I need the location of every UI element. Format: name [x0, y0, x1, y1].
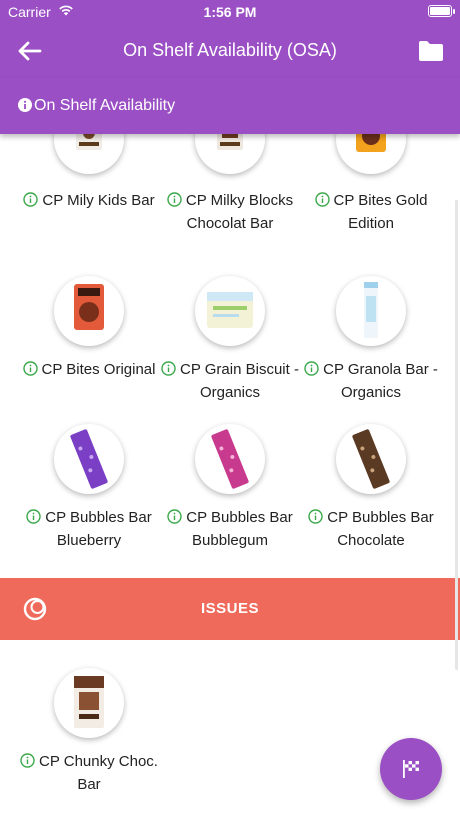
info-icon[interactable]	[22, 361, 38, 376]
info-icon[interactable]	[23, 192, 39, 207]
page-title: On Shelf Availability (OSA)	[123, 40, 337, 60]
issues-label: ISSUES	[200, 600, 260, 617]
product-list[interactable]: CP Mily Kids Bar CP Milky Blocks Chocola…	[0, 134, 460, 818]
battery-icon	[428, 5, 455, 17]
section-title: On Shelf Availability	[34, 97, 176, 114]
product-name: CP Bubbles Bar Bubblegum	[186, 509, 293, 549]
product-name: CP Bubbles Bar Blueberry	[45, 509, 152, 549]
product-image	[195, 276, 265, 346]
info-icon[interactable]	[167, 509, 182, 524]
product-name: CP Bubbles Bar Chocolate	[327, 509, 434, 549]
status-bar: Carrier 1:56 PM	[0, 0, 460, 24]
product-name: CP Mily Kids Bar	[42, 192, 155, 209]
info-icon[interactable]	[304, 361, 319, 376]
product-image	[336, 424, 406, 494]
finish-fab-button[interactable]	[380, 738, 442, 800]
app-bar: On Shelf Availability (OSA)	[0, 24, 460, 78]
product-name: CP Chunky Choc. Bar	[39, 753, 158, 793]
back-button[interactable]	[14, 36, 46, 66]
section-header: On Shelf Availability	[0, 78, 460, 134]
info-icon[interactable]	[308, 509, 323, 524]
scrollbar[interactable]	[455, 200, 458, 670]
info-icon[interactable]	[26, 509, 41, 524]
info-icon[interactable]	[161, 361, 176, 376]
product-image	[54, 424, 124, 494]
product-image	[195, 134, 265, 174]
product-image	[54, 668, 124, 738]
status-time: 1:56 PM	[203, 4, 257, 20]
info-icon[interactable]	[20, 753, 35, 768]
issues-section-header[interactable]: ISSUES	[0, 578, 460, 640]
arrow-left-icon	[18, 41, 42, 61]
info-icon[interactable]	[167, 192, 182, 207]
info-icon[interactable]	[18, 98, 32, 112]
product-image	[195, 424, 265, 494]
product-image	[336, 276, 406, 346]
product-image	[54, 134, 124, 174]
product-name: CP Bites Gold Edition	[333, 192, 428, 232]
product-name: CP Milky Blocks Chocolat Bar	[185, 192, 294, 232]
product-image	[336, 134, 406, 174]
checkered-flag-icon	[403, 760, 419, 778]
product-name: CP Bites Original	[41, 361, 156, 378]
folder-button[interactable]	[416, 37, 446, 65]
folder-icon	[419, 41, 443, 61]
product-name: CP Granola Bar - Organics	[323, 361, 438, 401]
product-name: CP Grain Biscuit - Organics	[180, 361, 299, 401]
info-icon[interactable]	[314, 192, 330, 207]
product-image	[54, 276, 124, 346]
